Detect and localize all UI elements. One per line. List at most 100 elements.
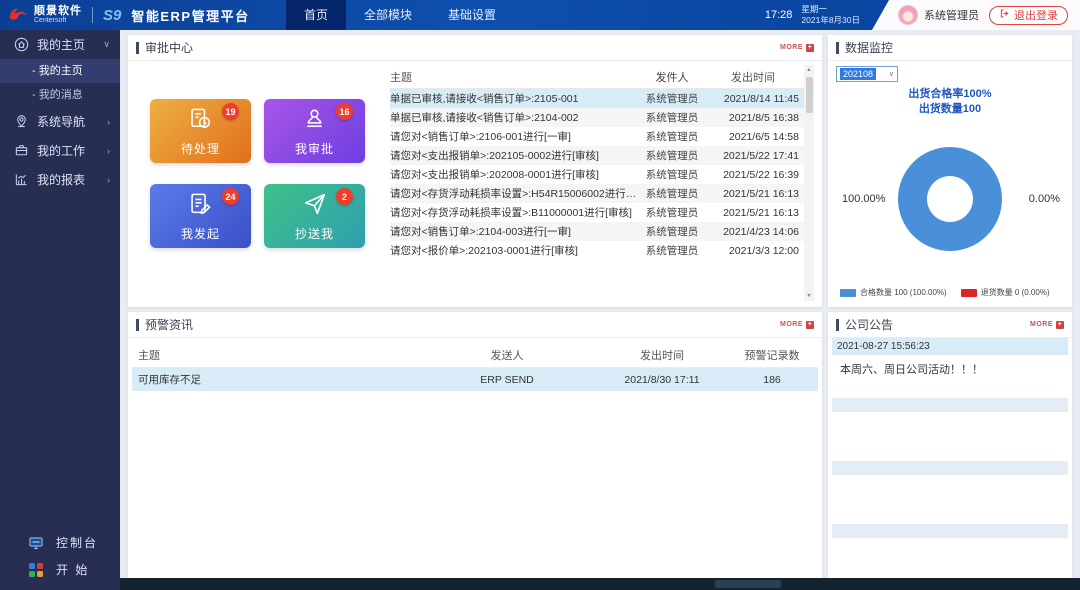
legend-label: 合格数量 100 (100.00%) <box>860 287 947 298</box>
more-icon: + <box>806 44 814 52</box>
cell-subject: 请您对<销售订单>:2106-001进行[一审] <box>390 129 637 144</box>
sidebar: 我的主页∨- 我的主页- 我的消息系统导航›我的工作›我的报表› 控制台开 始 <box>0 30 120 590</box>
column-header: 主题 <box>390 69 637 85</box>
table-scrollbar[interactable]: ▲ ▼ <box>804 65 814 301</box>
sidebar-footer: 控制台开 始 <box>0 529 120 583</box>
bottom-bar <box>120 578 1080 590</box>
cell: ERP SEND <box>422 374 592 386</box>
sidebar-item[interactable]: 我的主页∨ <box>0 30 120 59</box>
approval-tile[interactable]: 待处理19 <box>150 99 251 163</box>
announcement-list: 2021-08-27 15:56:23本周六、周日公司活动！！！ <box>832 338 1068 574</box>
cell-sender: 系统管理员 <box>637 148 707 163</box>
cell-time: 2021/5/22 16:39 <box>707 169 799 181</box>
more-button[interactable]: MORE + <box>780 44 814 52</box>
nav-tab[interactable]: 基础设置 <box>430 0 514 30</box>
column-header: 发送人 <box>422 347 592 363</box>
approval-row[interactable]: 请您对<报价单>:202103-0001进行[审核]系统管理员2021/3/3 … <box>390 241 814 260</box>
avatar[interactable] <box>898 5 918 25</box>
brand-logo-icon <box>6 5 29 26</box>
period-value: 202108 <box>840 68 876 80</box>
approval-row[interactable]: 请您对<销售订单>:2106-001进行[一审]系统管理员2021/6/5 14… <box>390 127 814 146</box>
tile-label: 我审批 <box>295 140 334 157</box>
announcement-text: 本周六、周日公司活动！！！ <box>832 355 1068 393</box>
cell-subject: 请您对<销售订单>:2104-003进行[一审] <box>390 224 637 239</box>
footer-item-label: 控制台 <box>56 534 98 551</box>
title-accent <box>836 42 839 54</box>
date-block: 星期一 2021年8月30日 <box>801 4 860 27</box>
logout-label: 退出登录 <box>1014 7 1058 23</box>
app-title: 智能ERP管理平台 <box>131 6 249 25</box>
announcement-time[interactable]: 2021-08-27 15:56:23 <box>832 338 1068 355</box>
legend-item[interactable]: 合格数量 100 (100.00%) <box>840 287 947 298</box>
logout-button[interactable]: 退出登录 <box>989 6 1068 25</box>
cell-time: 2021/5/22 17:41 <box>707 150 799 162</box>
announcement-slot-header <box>832 398 1068 412</box>
table-body: 可用库存不足ERP SEND2021/8/30 17:11186 <box>132 368 818 391</box>
cell-subject: 请您对<存货浮动耗损率设置>:H54R15006002进行[审核] <box>390 186 637 201</box>
scroll-up-icon[interactable]: ▲ <box>806 67 811 73</box>
sidebar-subitem[interactable]: - 我的主页 <box>0 59 120 83</box>
column-header: 主题 <box>138 347 422 363</box>
cell: 2021/8/30 17:11 <box>592 374 732 386</box>
tile-count-badge: 24 <box>222 188 239 205</box>
approval-tile[interactable]: 我发起24 <box>150 184 251 248</box>
console-icon <box>28 535 44 551</box>
sidebar-footer-item[interactable]: 开 始 <box>0 556 120 583</box>
chevron-right-icon: › <box>107 117 110 127</box>
sidebar-item[interactable]: 系统导航› <box>0 107 120 136</box>
cell-time: 2021/8/5 16:38 <box>707 112 799 124</box>
approval-row[interactable]: 请您对<支出报销单>:202008-0001进行[审核]系统管理员2021/5/… <box>390 165 814 184</box>
panel-header: 公司公告 MORE + <box>828 312 1072 338</box>
sidebar-item-label: 我的主页 <box>37 36 85 53</box>
sidebar-item[interactable]: 我的报表› <box>0 165 120 194</box>
approval-row[interactable]: 请您对<存货浮动耗损率设置>:B11000001进行[审核]系统管理员2021/… <box>390 203 814 222</box>
period-select[interactable]: 202108 ∨ <box>836 66 898 82</box>
sidebar-item[interactable]: 我的工作› <box>0 136 120 165</box>
approval-tile[interactable]: 我审批16 <box>264 99 365 163</box>
approval-row[interactable]: 请您对<支出报销单>:202105-0002进行[审核]系统管理员2021/5/… <box>390 146 814 165</box>
cell: 186 <box>732 374 812 386</box>
top-nav: 首页全部模块基础设置 <box>286 0 514 30</box>
tile-count-badge: 19 <box>222 103 239 120</box>
sidebar-footer-item[interactable]: 控制台 <box>0 529 120 556</box>
approval-row[interactable]: 请您对<存货浮动耗损率设置>:H54R15006002进行[审核]系统管理员20… <box>390 184 814 203</box>
erp-dashboard: 顺景软件 Centersoft S9 智能ERP管理平台 首页全部模块基础设置 … <box>0 0 1080 590</box>
top-bar: 顺景软件 Centersoft S9 智能ERP管理平台 首页全部模块基础设置 … <box>0 0 1080 30</box>
ship-qty-label: 出货数量100 <box>828 102 1072 117</box>
title-accent <box>136 319 139 331</box>
sidebar-subitem[interactable]: - 我的消息 <box>0 83 120 107</box>
date-label: 2021年8月30日 <box>801 15 860 26</box>
approval-row[interactable]: 单据已审核,请接收<销售订单>:2105-001系统管理员2021/8/14 1… <box>390 89 814 108</box>
home-icon <box>13 37 29 53</box>
alert-row[interactable]: 可用库存不足ERP SEND2021/8/30 17:11186 <box>132 368 818 391</box>
more-button[interactable]: MORE + <box>780 321 814 329</box>
scroll-thumb[interactable] <box>806 77 813 113</box>
donut-chart: 100.00% 0.00% <box>828 123 1072 275</box>
cell-subject: 单据已审核,请接收<销售订单>:2104-002 <box>390 110 637 125</box>
approval-row[interactable]: 单据已审核,请接收<销售订单>:2104-002系统管理员2021/8/5 16… <box>390 108 814 127</box>
panel-title: 数据监控 <box>845 39 893 56</box>
tile-label: 抄送我 <box>295 225 334 242</box>
more-icon: + <box>1056 321 1064 329</box>
footer-item-label: 开 始 <box>56 561 89 578</box>
nav-tab[interactable]: 全部模块 <box>346 0 430 30</box>
chart-right-label: 0.00% <box>1029 193 1060 205</box>
table-body: 单据已审核,请接收<销售订单>:2105-001系统管理员2021/8/14 1… <box>390 89 814 260</box>
nav-tab[interactable]: 首页 <box>286 0 346 30</box>
cell-sender: 系统管理员 <box>637 110 707 125</box>
panel-header: 数据监控 <box>828 35 1072 61</box>
approval-tile[interactable]: 抄送我2 <box>264 184 365 248</box>
announcement-slot-header <box>832 524 1068 538</box>
approval-row[interactable]: 请您对<销售订单>:2104-003进行[一审]系统管理员2021/4/23 1… <box>390 222 814 241</box>
title-accent <box>136 42 139 54</box>
cell-sender: 系统管理员 <box>637 129 707 144</box>
more-button[interactable]: MORE + <box>1030 321 1064 329</box>
panel-title: 预警资讯 <box>145 316 193 333</box>
cell-time: 2021/5/21 16:13 <box>707 207 799 219</box>
scroll-down-icon[interactable]: ▼ <box>806 293 811 299</box>
legend-item[interactable]: 退货数量 0 (0.00%) <box>961 287 1050 298</box>
brand-subname: Centersoft <box>34 17 82 24</box>
column-header: 发出时间 <box>592 347 732 363</box>
chart-legend: 合格数量 100 (100.00%) 退货数量 0 (0.00%) <box>840 287 1050 298</box>
chevron-down-icon: ∨ <box>889 70 894 78</box>
